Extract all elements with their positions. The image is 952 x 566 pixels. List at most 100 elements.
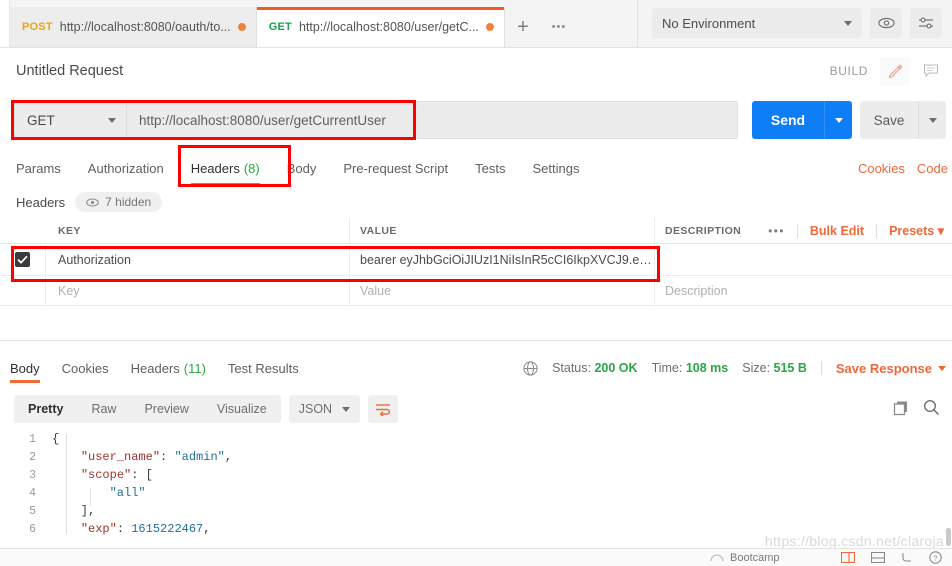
save-options-button[interactable]	[918, 101, 946, 139]
row-value-cell[interactable]: Value	[350, 276, 655, 305]
status-footer: Bootcamp ?	[0, 549, 952, 566]
url-input[interactable]: http://localhost:8080/user/getCurrentUse…	[126, 101, 738, 139]
code-text: "scope": [	[52, 468, 153, 482]
send-button[interactable]: Send	[752, 101, 824, 139]
method-selector[interactable]: GET	[14, 101, 126, 139]
two-pane-icon[interactable]	[841, 552, 855, 563]
method-value: GET	[27, 112, 55, 128]
tab-method-get: GET	[268, 21, 292, 33]
code-token: :	[160, 450, 175, 464]
view-mode-preview[interactable]: Preview	[130, 395, 202, 423]
pencil-icon	[888, 64, 903, 78]
table-header-row: KEY VALUE DESCRIPTION ••• Bulk Edit Pres…	[0, 218, 952, 244]
code-line: 2 "user_name": "admin",	[0, 448, 952, 466]
table-row-empty[interactable]: Key Value Description	[0, 276, 952, 306]
format-selector[interactable]: JSON	[288, 395, 361, 423]
tab-settings[interactable]: Settings	[532, 152, 579, 184]
response-tab-body[interactable]: Body	[10, 353, 40, 383]
undo-icon[interactable]	[901, 552, 913, 563]
headers-table: KEY VALUE DESCRIPTION ••• Bulk Edit Pres…	[0, 218, 952, 306]
settings-button[interactable]	[910, 8, 942, 38]
request-tab-post[interactable]: POST http://localhost:8080/oauth/to...	[10, 7, 257, 47]
bootcamp-group[interactable]: Bootcamp	[0, 552, 780, 564]
tab-body[interactable]: Body	[287, 152, 317, 184]
view-mode-visualize[interactable]: Visualize	[203, 395, 281, 423]
header-cell-key: KEY	[46, 218, 350, 243]
new-tab-button[interactable]: +	[504, 7, 541, 47]
chevron-down-icon	[108, 117, 116, 123]
column-label-key: KEY	[58, 224, 81, 237]
presets-button[interactable]: Presets ▾	[889, 223, 944, 238]
chevron-down-icon	[834, 117, 843, 123]
response-body-toolbar: Pretty Raw Preview Visualize JSON	[0, 392, 952, 426]
tab-pre-request-script[interactable]: Pre-request Script	[343, 152, 448, 184]
code-token: "scope"	[80, 468, 132, 482]
tab-authorization[interactable]: Authorization	[88, 152, 164, 184]
view-mode-group: Pretty Raw Preview Visualize	[14, 395, 281, 423]
row-key-cell[interactable]: Key	[46, 276, 350, 305]
response-tab-headers[interactable]: Headers (11)	[131, 353, 206, 383]
status-badge: 200 OK	[594, 361, 638, 375]
save-response-label: Save Response	[835, 360, 932, 376]
response-tab-test-results[interactable]: Test Results	[228, 353, 299, 383]
line-number: 5	[29, 504, 36, 518]
row-key-value: Authorization	[58, 252, 131, 267]
view-mode-pretty[interactable]: Pretty	[14, 395, 77, 423]
bulk-edit-button[interactable]: Bulk Edit	[810, 224, 864, 238]
response-code-viewer[interactable]: 1{2 "user_name": "admin", 3 "scope": [4 "…	[0, 430, 952, 540]
bootcamp-icon	[710, 554, 724, 562]
line-number: 1	[29, 432, 36, 446]
code-token: "exp"	[80, 522, 117, 536]
word-wrap-button[interactable]	[368, 395, 399, 423]
environment-selector[interactable]: No Environment	[652, 8, 862, 38]
line-number: 6	[29, 522, 36, 536]
split-pane-icon[interactable]	[871, 552, 885, 563]
globe-icon	[523, 360, 538, 376]
eye-icon	[877, 17, 895, 29]
code-link[interactable]: Code	[917, 161, 948, 176]
code-token: ],	[52, 504, 96, 518]
row-value-cell[interactable]: bearer eyJhbGciOiJIUzI1NiIsInR5cCI6IkpXV…	[350, 244, 655, 275]
value-placeholder: Value	[360, 283, 392, 298]
tab-options-button[interactable]: •••	[540, 7, 577, 47]
tab-params[interactable]: Params	[16, 152, 61, 184]
save-button[interactable]: Save	[860, 101, 918, 139]
request-tab-get[interactable]: GET http://localhost:8080/user/getC...	[256, 7, 505, 47]
cookies-link[interactable]: Cookies	[858, 161, 905, 176]
unsaved-dot-icon	[237, 23, 246, 31]
tab-tests[interactable]: Tests	[475, 152, 505, 184]
divider	[820, 361, 822, 375]
search-button[interactable]	[923, 399, 940, 419]
row-checkbox[interactable]	[15, 252, 30, 267]
copy-button[interactable]	[893, 400, 909, 419]
request-tabs-links: Cookies Code	[858, 161, 952, 176]
row-key-cell[interactable]: Authorization	[46, 244, 350, 275]
hidden-headers-toggle[interactable]: 7 hidden	[75, 192, 163, 212]
copy-icon	[893, 401, 907, 415]
save-response-button[interactable]: Save Response	[836, 361, 946, 376]
table-row[interactable]: Authorization bearer eyJhbGciOiJIUzI1NiI…	[0, 244, 952, 276]
environment-quick-look-button[interactable]	[870, 8, 902, 38]
row-description-cell[interactable]: Description	[655, 276, 952, 305]
view-mode-raw[interactable]: Raw	[77, 395, 130, 423]
send-group: Send	[752, 101, 852, 139]
eye-icon	[86, 198, 99, 206]
edit-request-button[interactable]	[880, 56, 910, 85]
url-value: http://localhost:8080/user/getCurrentUse…	[139, 112, 386, 128]
code-line: 6 "exp": 1615222467,	[0, 520, 952, 538]
help-icon[interactable]: ?	[929, 551, 942, 564]
tab-headers[interactable]: Headers (8)	[190, 152, 260, 186]
comments-button[interactable]	[916, 57, 946, 85]
response-status-bar: Status: 200 OK Time: 108 ms Size: 515 B …	[523, 361, 952, 376]
row-description-cell[interactable]	[655, 244, 952, 275]
send-options-button[interactable]	[824, 101, 852, 139]
size-group: Size: 515 B	[742, 361, 807, 375]
code-line: 4 "all"	[0, 484, 952, 502]
response-tab-cookies[interactable]: Cookies	[62, 353, 109, 383]
chevron-down-icon	[938, 365, 946, 371]
vertical-scrollbar-thumb[interactable]	[946, 528, 951, 546]
code-token: : [	[131, 468, 153, 482]
ellipsis-icon[interactable]: •••	[768, 224, 785, 238]
title-right-actions: BUILD	[830, 56, 952, 85]
